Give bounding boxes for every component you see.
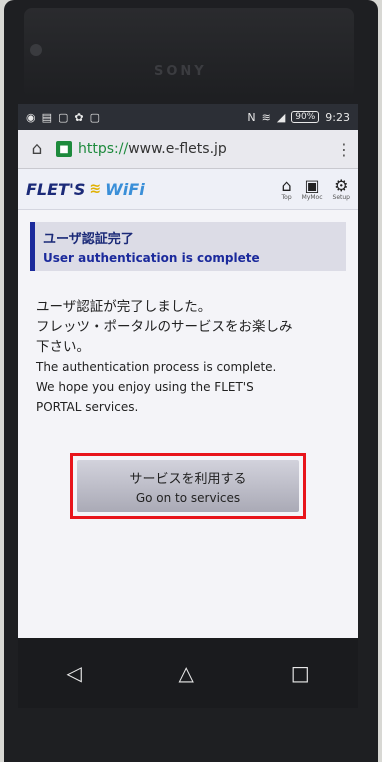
screen: ◉ ▤ ▢ ✿ ▢ N ≋ ◢ 90% 9:23 ⌂ ■ https://www…	[18, 104, 358, 638]
go-on-to-services-button[interactable]: サービスを利用する Go on to services	[77, 460, 299, 512]
lock-icon: ■	[56, 141, 72, 157]
logo-wifi-text: WiFi	[105, 179, 145, 199]
url-host: www.e-flets.jp	[128, 141, 227, 157]
brand-logo: SONY	[154, 64, 207, 79]
message-jp-line: 下さい。	[36, 339, 90, 355]
notice-title-en: User authentication is complete	[43, 251, 260, 265]
message-jp-line: フレッツ・ポータルのサービスをお楽しみ	[36, 319, 293, 335]
wifi-icon: ≋	[261, 110, 271, 124]
notification-icon: ▢	[89, 110, 101, 124]
cta-highlight: サービスを利用する Go on to services	[70, 453, 306, 519]
battery-indicator: 90%	[291, 111, 320, 123]
nav-mymoc[interactable]: ▣ MyMoc	[302, 175, 323, 201]
android-nav-bar: ◁ △ □	[18, 638, 358, 708]
url-field[interactable]: ■ https://www.e-flets.jp	[56, 141, 328, 157]
cta-label-en: Go on to services	[135, 490, 241, 505]
shield-icon: ◉	[26, 110, 36, 124]
recents-icon[interactable]: □	[291, 661, 310, 685]
phone-bottom-bezel	[4, 708, 378, 762]
home-icon: ⌂	[281, 175, 292, 195]
nav-setup[interactable]: ⚙ Setup	[333, 175, 350, 201]
browser-home-icon[interactable]: ⌂	[26, 139, 48, 159]
phone-top-bezel	[24, 8, 354, 98]
message-jp-line: ユーザ認証が完了しました。	[36, 299, 212, 315]
site-nav: ⌂ Top ▣ MyMoc ⚙ Setup	[281, 175, 351, 201]
browser-url-bar: ⌂ ■ https://www.e-flets.jp ⋮	[18, 130, 358, 169]
message-en-line: We hope you enjoy using the FLET'S	[36, 380, 254, 394]
auth-complete-notice: ユーザ認証完了 User authentication is complete	[30, 222, 346, 271]
logo-mark-icon: ≋	[89, 181, 102, 197]
home-icon[interactable]: △	[179, 661, 194, 685]
nfc-icon: N	[247, 110, 256, 124]
message-en-line: PORTAL services.	[36, 400, 139, 414]
image-icon: ▤	[41, 110, 53, 124]
gear-icon: ⚙	[334, 175, 349, 195]
browser-menu-icon[interactable]: ⋮	[336, 140, 352, 159]
logo-flets-text: FLET'S	[26, 179, 86, 199]
site-header: FLET'S ≋ WiFi ⌂ Top ▣ MyMoc ⚙ Setup	[18, 169, 358, 210]
clock: 9:23	[325, 110, 350, 124]
message-body: ユーザ認証が完了しました。 フレッツ・ポータルのサービスをお楽しみ 下さい。 T…	[36, 297, 344, 417]
back-icon[interactable]: ◁	[66, 661, 81, 685]
status-bar: ◉ ▤ ▢ ✿ ▢ N ≋ ◢ 90% 9:23	[18, 104, 358, 130]
flets-wifi-logo[interactable]: FLET'S ≋ WiFi	[26, 180, 145, 199]
front-camera	[30, 44, 42, 56]
cta-label-jp: サービスを利用する	[129, 471, 247, 487]
url-scheme: https://	[78, 141, 129, 157]
notification-icon: ▢	[58, 110, 69, 124]
nav-top[interactable]: ⌂ Top	[281, 175, 292, 201]
settings-icon: ✿	[74, 110, 84, 124]
notice-title-jp: ユーザ認証完了	[43, 232, 134, 247]
phone-body: SONY ◉ ▤ ▢ ✿ ▢ N ≋ ◢ 90% 9:23 ⌂ ■ https:…	[4, 0, 378, 762]
device-icon: ▣	[304, 175, 320, 195]
signal-icon: ◢	[276, 110, 286, 124]
message-en-line: The authentication process is complete.	[36, 360, 277, 374]
